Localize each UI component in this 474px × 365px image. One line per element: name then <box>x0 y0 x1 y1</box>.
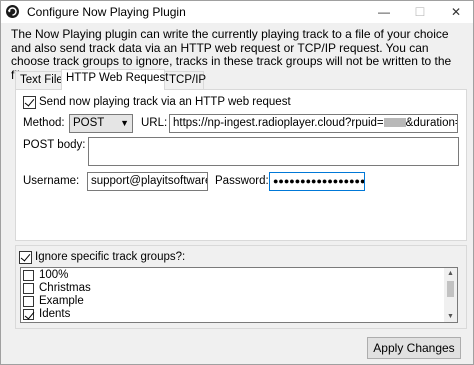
url-label: URL: <box>141 117 168 129</box>
password-label: Password: <box>215 175 269 187</box>
ignore-groups-checkbox[interactable] <box>19 251 32 264</box>
title-bar: Configure Now Playing Plugin — ☐ ✕ <box>1 1 473 23</box>
item-label: Example <box>39 295 84 307</box>
tab-http-web-request[interactable]: HTTP Web Request <box>61 69 168 90</box>
username-input[interactable]: support@playitsoftware.co <box>87 172 208 191</box>
send-http-checkbox[interactable] <box>23 96 36 109</box>
apply-changes-button[interactable]: Apply Changes <box>367 337 461 359</box>
scroll-down-icon[interactable]: ▼ <box>444 311 457 322</box>
post-body-input[interactable] <box>88 137 459 166</box>
track-groups-list[interactable]: 100% Christmas Example Idents ▲ ▼ <box>20 267 458 323</box>
method-label: Method: <box>23 117 65 129</box>
username-label: Username: <box>23 175 80 187</box>
item-label: 100% <box>39 269 69 281</box>
item-checkbox[interactable] <box>23 296 34 307</box>
method-value: POST <box>73 117 105 129</box>
tab-tcp-ip[interactable]: TCP/IP <box>164 71 206 89</box>
send-http-label: Send now playing track via an HTTP web r… <box>39 96 291 108</box>
list-scrollbar[interactable]: ▲ ▼ <box>444 268 457 322</box>
url-prefix: https://np-ingest.radioplayer.cloud?rpui… <box>173 117 384 129</box>
maximize-button[interactable]: ☐ <box>403 1 437 23</box>
item-checkbox[interactable] <box>23 270 34 281</box>
item-label: Christmas <box>39 282 91 294</box>
scroll-thumb[interactable] <box>447 281 454 297</box>
item-checkbox[interactable] <box>23 309 34 320</box>
url-suffix: &duration={{act <box>405 117 457 129</box>
item-checkbox[interactable] <box>23 283 34 294</box>
ignore-groups-label: Ignore specific track groups?: <box>35 251 186 263</box>
window-title: Configure Now Playing Plugin <box>27 5 186 19</box>
post-body-label: POST body: <box>23 139 86 151</box>
item-label: Idents <box>39 308 71 320</box>
redacted-block <box>383 118 406 128</box>
method-select[interactable]: POST ▼ <box>69 114 133 133</box>
refresh-icon <box>5 4 20 19</box>
minimize-button[interactable]: — <box>367 1 401 23</box>
url-input[interactable]: https://np-ingest.radioplayer.cloud?rpui… <box>169 114 458 133</box>
close-button[interactable]: ✕ <box>439 1 473 23</box>
tab-text-file[interactable]: Text File <box>15 71 63 89</box>
configure-window: Configure Now Playing Plugin — ☐ ✕ The N… <box>0 0 474 365</box>
password-input[interactable]: ●●●●●●●●●●●●●●●●●●●●● <box>269 172 365 191</box>
chevron-down-icon: ▼ <box>120 118 129 128</box>
scroll-up-icon[interactable]: ▲ <box>444 268 457 279</box>
